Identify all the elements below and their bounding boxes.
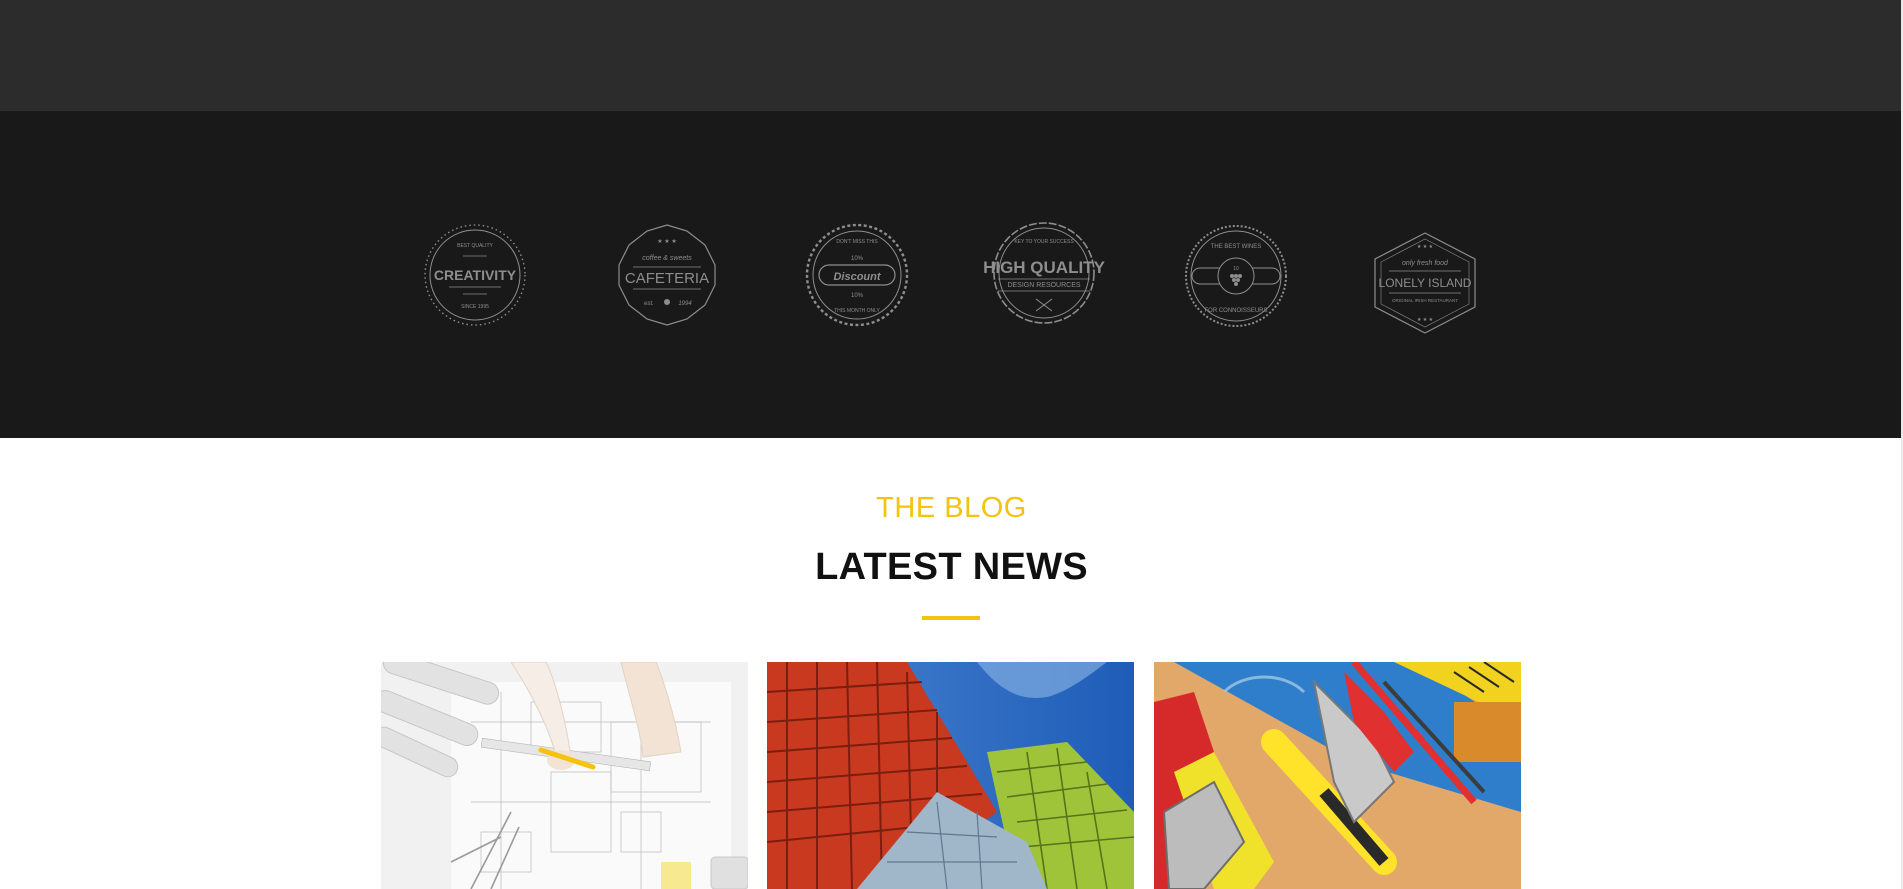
cafeteria-logo[interactable]: ★ ★ ★ coffee & sweets CAFETERIA est. 199… [615,223,719,327]
svg-text:LONELY ISLAND: LONELY ISLAND [1379,276,1472,290]
svg-text:DON'T MISS THIS: DON'T MISS THIS [836,239,878,245]
svg-text:only fresh food: only fresh food [1402,260,1449,267]
svg-text:DESIGN RESOURCES: DESIGN RESOURCES [1007,282,1080,289]
svg-text:CREATIVITY: CREATIVITY [434,267,517,283]
title-underline [922,616,980,620]
top-dark-band [0,0,1903,111]
section-title: LATEST NEWS [815,546,1088,588]
svg-text:THE BEST WINES: THE BEST WINES [1211,244,1262,250]
svg-text:★ ★ ★: ★ ★ ★ [1417,317,1434,323]
svg-text:★ ★ ★: ★ ★ ★ [657,238,676,245]
svg-text:10%: 10% [851,293,864,299]
svg-text:coffee & sweets: coffee & sweets [642,255,692,262]
creativity-logo[interactable]: BEST QUALITY CREATIVITY SINCE 1995 [423,223,527,327]
wines-logo[interactable]: THE BEST WINES 10 FOR CONNOISSEURS [1184,224,1288,328]
svg-text:SINCE 1995: SINCE 1995 [461,304,489,310]
svg-text:est.: est. [644,301,654,307]
svg-text:ORIGINAL IRISH RESTAURANT: ORIGINAL IRISH RESTAURANT [1392,298,1458,303]
lonely-island-logo[interactable]: ★ ★ ★ only fresh food LONELY ISLAND ORIG… [1373,231,1477,335]
svg-text:CAFETERIA: CAFETERIA [625,270,709,287]
section-eyebrow: THE BLOG [876,492,1027,524]
svg-text:HIGH QUALITY: HIGH QUALITY [983,258,1105,277]
high-quality-logo[interactable]: KEY TO YOUR SUCCESS HIGH QUALITY DESIGN … [983,221,1106,325]
svg-text:FOR CONNOISSEURS: FOR CONNOISSEURS [1204,308,1267,314]
svg-text:★ ★ ★: ★ ★ ★ [1417,244,1434,250]
svg-text:1994: 1994 [678,301,692,307]
svg-text:Discount: Discount [833,271,881,283]
discount-logo[interactable]: DON'T MISS THIS 10% Discount 10% THIS MO… [805,223,909,327]
svg-text:KEY TO YOUR SUCCESS: KEY TO YOUR SUCCESS [1014,239,1074,245]
svg-text:THIS MONTH ONLY: THIS MONTH ONLY [834,308,880,314]
client-logos-section: BEST QUALITY CREATIVITY SINCE 1995 ★ ★ ★… [0,111,1903,438]
blog-post-image-tools[interactable] [1154,662,1521,889]
svg-text:10: 10 [1233,266,1239,272]
blog-post-image-buildings[interactable] [767,662,1134,889]
svg-text:BEST QUALITY: BEST QUALITY [457,243,493,249]
svg-text:10%: 10% [851,256,864,262]
blog-post-image-blueprints[interactable] [381,662,748,889]
